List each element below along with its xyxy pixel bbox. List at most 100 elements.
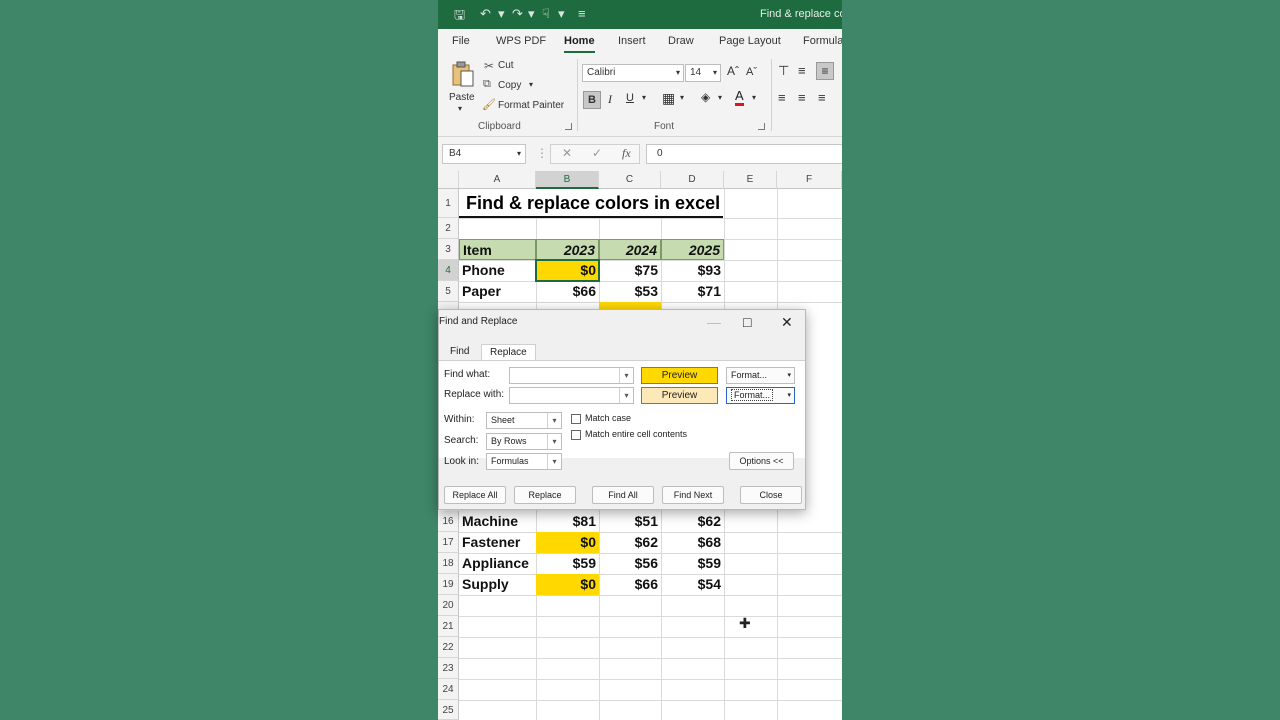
value-cell-2025[interactable]: $68	[661, 532, 724, 553]
tab-file[interactable]: File	[452, 35, 470, 47]
value-cell-2023[interactable]: $0	[536, 532, 599, 553]
bottom-align-icon[interactable]: ≡	[816, 62, 834, 80]
borders-dropdown-icon[interactable]: ▾	[680, 93, 684, 102]
tab-replace[interactable]: Replace	[481, 344, 536, 360]
row-header-16[interactable]: 16	[438, 511, 459, 532]
replace-format-dropdown-icon[interactable]: ▾	[787, 391, 791, 399]
row-header-19[interactable]: 19	[438, 574, 459, 595]
insert-function-icon[interactable]: fx	[622, 146, 631, 161]
underline-dropdown-icon[interactable]: ▾	[642, 93, 646, 102]
cancel-icon[interactable]: ✕	[562, 146, 572, 160]
value-cell-2023[interactable]: $0	[536, 574, 599, 595]
column-header-a[interactable]: A	[459, 171, 536, 189]
value-cell-2025[interactable]: $93	[661, 260, 724, 281]
value-cell-2024[interactable]: $66	[599, 574, 661, 595]
name-box[interactable]: B4 ▾	[442, 144, 526, 164]
item-cell[interactable]: Phone	[459, 260, 536, 281]
tab-wps-pdf[interactable]: WPS PDF	[496, 35, 546, 47]
search-select[interactable]: By Rows ▾	[486, 433, 562, 450]
row-header-1[interactable]: 1	[438, 189, 459, 218]
replace-all-button[interactable]: Replace All	[444, 486, 506, 504]
row-header-25[interactable]: 25	[438, 700, 459, 720]
value-cell-2023[interactable]: $66	[536, 281, 599, 302]
find-what-dropdown-icon[interactable]: ▾	[619, 368, 633, 383]
tab-find[interactable]: Find	[442, 344, 477, 360]
find-what-input[interactable]: ▾	[509, 367, 634, 384]
touch-dropdown-icon[interactable]: ▾	[558, 6, 565, 22]
column-header-e[interactable]: E	[724, 171, 777, 189]
clipboard-launcher-icon[interactable]	[565, 123, 572, 130]
copy-dropdown-icon[interactable]: ▾	[529, 80, 533, 89]
borders-icon[interactable]: ▦	[662, 90, 675, 107]
find-all-button[interactable]: Find All	[592, 486, 654, 504]
column-header-d[interactable]: D	[661, 171, 724, 189]
look-in-select[interactable]: Formulas ▾	[486, 453, 562, 470]
value-cell-2024[interactable]: $62	[599, 532, 661, 553]
paste-dropdown-icon[interactable]: ▾	[458, 104, 462, 113]
font-launcher-icon[interactable]	[758, 123, 765, 130]
align-center-icon[interactable]: ≡	[798, 90, 806, 105]
replace-with-input[interactable]: ▾	[509, 387, 634, 404]
within-select[interactable]: Sheet ▾	[486, 412, 562, 429]
row-header-2[interactable]: 2	[438, 218, 459, 239]
column-header-b[interactable]: B	[536, 171, 599, 189]
row-header-23[interactable]: 23	[438, 658, 459, 679]
maximize-icon[interactable]: □	[743, 314, 751, 330]
enter-icon[interactable]: ✓	[592, 146, 602, 160]
fill-color-icon[interactable]: ◈	[701, 90, 710, 104]
row-header-24[interactable]: 24	[438, 679, 459, 700]
redo-dropdown-icon[interactable]: ▾	[528, 6, 535, 22]
formula-input[interactable]: 0	[646, 144, 842, 164]
touch-mode-icon[interactable]: ☟	[542, 6, 550, 22]
value-cell-2023[interactable]: $59	[536, 553, 599, 574]
font-color-dropdown-icon[interactable]: ▾	[752, 93, 756, 102]
row-header-20[interactable]: 20	[438, 595, 459, 616]
tab-home[interactable]: Home	[564, 35, 595, 53]
save-icon[interactable]: 🖫	[454, 6, 465, 28]
close-button[interactable]: Close	[740, 486, 802, 504]
tab-page-layout[interactable]: Page Layout	[719, 35, 781, 47]
customize-toolbar-icon[interactable]: ≡	[578, 6, 586, 21]
copy-button[interactable]: Copy	[498, 80, 521, 91]
redo-icon[interactable]: ↷	[512, 6, 523, 22]
row-header-21[interactable]: 21	[438, 616, 459, 637]
replace-with-dropdown-icon[interactable]: ▾	[619, 388, 633, 403]
format-painter-button[interactable]: Format Painter	[498, 100, 564, 111]
value-cell-2024[interactable]: $56	[599, 553, 661, 574]
tab-formulas[interactable]: Formula	[803, 35, 842, 47]
font-color-icon[interactable]: A	[735, 89, 744, 106]
value-cell-2025[interactable]: $62	[661, 511, 724, 532]
row-header-4[interactable]: 4	[438, 260, 459, 281]
item-cell[interactable]: Fastener	[459, 532, 536, 553]
value-cell-2024[interactable]: $75	[599, 260, 661, 281]
align-left-icon[interactable]: ≡	[778, 90, 786, 105]
bold-button[interactable]: B	[583, 91, 601, 109]
tab-draw[interactable]: Draw	[668, 35, 694, 47]
tab-insert[interactable]: Insert	[618, 35, 646, 47]
header-2024-cell[interactable]: 2024	[599, 239, 661, 260]
item-cell[interactable]: Machine	[459, 511, 536, 532]
header-item-cell[interactable]: Item	[459, 239, 536, 260]
underline-button[interactable]: U	[626, 92, 634, 104]
select-all-corner[interactable]	[438, 171, 459, 189]
align-right-icon[interactable]: ≡	[818, 90, 826, 105]
italic-button[interactable]: I	[608, 92, 612, 107]
item-cell[interactable]: Appliance	[459, 553, 536, 574]
value-cell-2025[interactable]: $54	[661, 574, 724, 595]
row-header-5[interactable]: 5	[438, 281, 459, 302]
value-cell-2024[interactable]: $53	[599, 281, 661, 302]
header-2025-cell[interactable]: 2025	[661, 239, 724, 260]
row-header-18[interactable]: 18	[438, 553, 459, 574]
replace-format-button[interactable]: Format... ▾	[726, 387, 795, 404]
cut-button[interactable]: Cut	[498, 60, 514, 71]
fill-color-dropdown-icon[interactable]: ▾	[718, 93, 722, 102]
close-dialog-icon[interactable]: ✕	[781, 314, 793, 331]
replace-button[interactable]: Replace	[514, 486, 576, 504]
find-format-dropdown-icon[interactable]: ▾	[787, 371, 791, 379]
increase-font-size-button[interactable]: Aˆ	[727, 64, 739, 78]
value-cell-2024[interactable]: $51	[599, 511, 661, 532]
value-cell-2023[interactable]: $81	[536, 511, 599, 532]
undo-dropdown-icon[interactable]: ▾	[498, 6, 505, 22]
decrease-font-size-button[interactable]: Aˇ	[746, 66, 757, 78]
formula-bar-menu-icon[interactable]: ⋮	[536, 146, 548, 160]
